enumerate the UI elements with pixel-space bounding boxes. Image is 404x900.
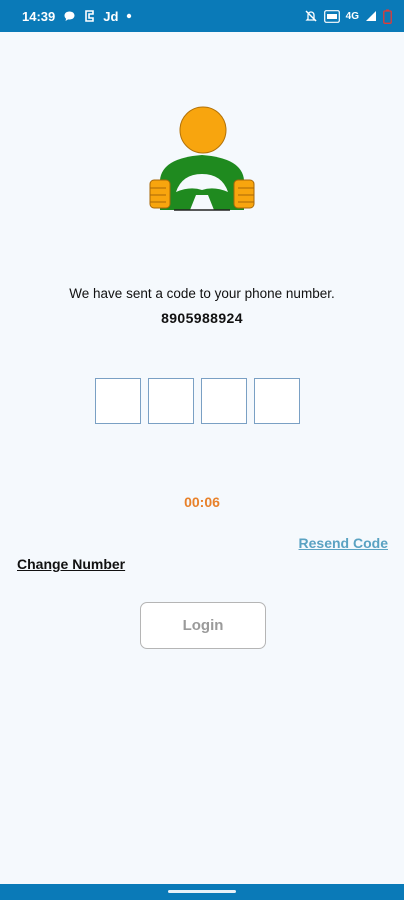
resend-code-link[interactable]: Resend Code (299, 535, 388, 551)
otp-digit-4[interactable] (254, 378, 300, 424)
otp-input-group (95, 378, 300, 424)
countdown-timer: 00:06 (184, 494, 220, 510)
login-button[interactable]: Login (140, 602, 266, 649)
status-bar: 14:39 Jd 4G (0, 0, 404, 32)
phone-number: 8905988924 (161, 310, 243, 326)
status-time: 14:39 (22, 8, 56, 24)
app-icon (84, 9, 95, 23)
otp-digit-3[interactable] (201, 378, 247, 424)
mute-icon (304, 9, 318, 23)
battery-icon (383, 9, 392, 24)
code-sent-message: We have sent a code to your phone number… (69, 286, 335, 301)
home-gesture-handle[interactable] (168, 890, 236, 893)
network-label: 4G (345, 10, 359, 22)
status-left: 14:39 Jd (22, 9, 132, 24)
signal-icon (365, 10, 377, 22)
status-right: 4G (304, 9, 392, 24)
otp-digit-2[interactable] (148, 378, 194, 424)
navigation-bar (0, 884, 404, 900)
chat-bubble-icon (63, 10, 76, 23)
volte-icon (323, 9, 340, 23)
otp-digit-1[interactable] (95, 378, 141, 424)
change-number-link[interactable]: Change Number (17, 556, 125, 572)
dot-icon (126, 13, 132, 19)
driver-illustration (140, 100, 264, 218)
status-app-label: Jd (103, 8, 119, 24)
